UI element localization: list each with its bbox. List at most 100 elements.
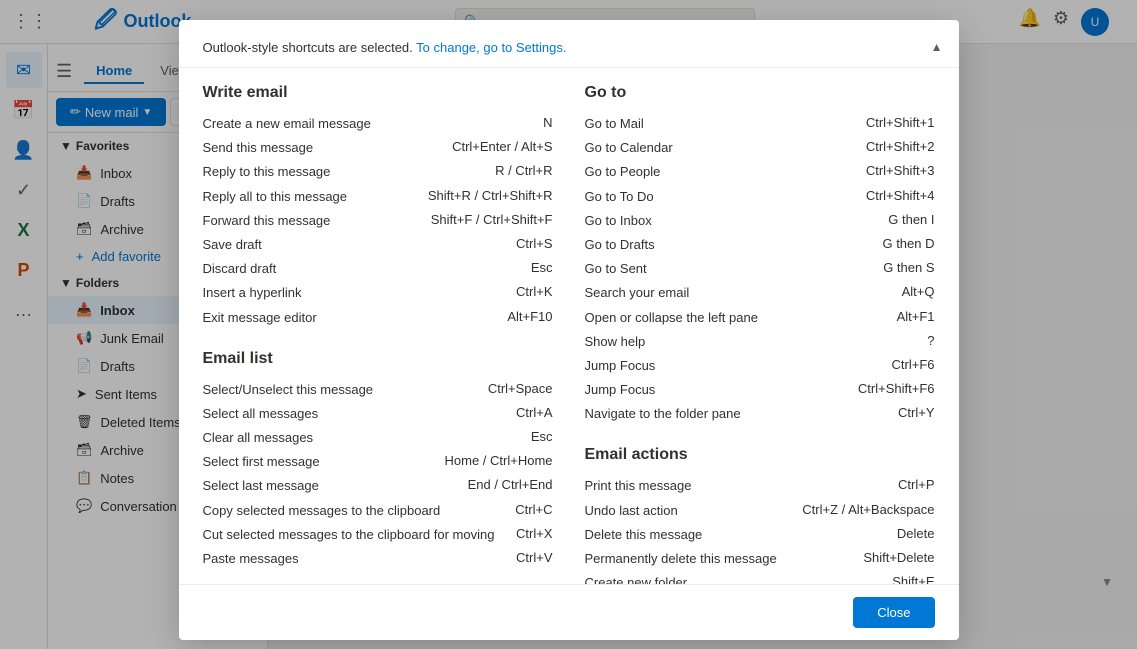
- shortcut-key: Ctrl+V: [516, 550, 552, 565]
- shortcut-key: G then S: [883, 260, 934, 275]
- shortcut-desc: Show help: [585, 333, 928, 351]
- write-email-title: Write email: [203, 84, 553, 102]
- shortcut-columns: Write email Create a new email message N…: [203, 84, 935, 584]
- shortcut-desc: Delete this message: [585, 526, 897, 544]
- shortcut-desc: Discard draft: [203, 260, 531, 278]
- email-actions-title: Email actions: [585, 446, 935, 464]
- shortcut-desc: Reply all to this message: [203, 188, 428, 206]
- shortcut-desc: Go to People: [585, 163, 866, 181]
- shortcut-desc: Permanently delete this message: [585, 550, 864, 568]
- shortcut-desc: Search your email: [585, 284, 902, 302]
- shortcut-key: Shift+F / Ctrl+Shift+F: [431, 212, 553, 227]
- modal-header-static-text: Outlook-style shortcuts are selected.: [203, 40, 413, 55]
- shortcut-row: Delete this message Delete: [585, 523, 935, 547]
- shortcut-key: Ctrl+Shift+1: [866, 115, 935, 130]
- shortcut-row: Go to Mail Ctrl+Shift+1: [585, 112, 935, 136]
- shortcut-desc: Create a new email message: [203, 115, 544, 133]
- shortcut-key: End / Ctrl+End: [468, 477, 553, 492]
- shortcut-row: Search your email Alt+Q: [585, 281, 935, 305]
- shortcut-row: Paste messages Ctrl+V: [203, 547, 553, 571]
- shortcut-row: Select last message End / Ctrl+End: [203, 474, 553, 498]
- shortcut-key: Ctrl+Enter / Alt+S: [452, 139, 552, 154]
- shortcut-row: Send this message Ctrl+Enter / Alt+S: [203, 136, 553, 160]
- shortcut-row: Forward this message Shift+F / Ctrl+Shif…: [203, 209, 553, 233]
- shortcut-key: Ctrl+Shift+2: [866, 139, 935, 154]
- shortcut-key: Delete: [897, 526, 935, 541]
- shortcut-desc: Select all messages: [203, 405, 517, 423]
- modal-body[interactable]: Write email Create a new email message N…: [179, 68, 959, 584]
- shortcut-row: Open or collapse the left pane Alt+F1: [585, 306, 935, 330]
- shortcut-key: Shift+E: [892, 574, 934, 584]
- email-list-section: Email list Select/Unselect this message …: [203, 350, 553, 572]
- modal-footer: ▼ Close: [179, 584, 959, 640]
- shortcut-row: Select all messages Ctrl+A: [203, 402, 553, 426]
- shortcut-row: Print this message Ctrl+P: [585, 474, 935, 498]
- shortcut-desc: Create new folder: [585, 574, 893, 584]
- shortcut-desc: Select last message: [203, 477, 468, 495]
- shortcut-desc: Jump Focus: [585, 357, 892, 375]
- shortcut-key: Ctrl+F6: [892, 357, 935, 372]
- shortcut-desc: Go to Mail: [585, 115, 866, 133]
- go-to-section: Go to Go to Mail Ctrl+Shift+1 Go to Cale…: [585, 84, 935, 426]
- shortcut-row: Undo last action Ctrl+Z / Alt+Backspace: [585, 499, 935, 523]
- shortcut-key: Esc: [531, 429, 553, 444]
- shortcut-row: Reply all to this message Shift+R / Ctrl…: [203, 185, 553, 209]
- shortcut-desc: Go to To Do: [585, 188, 866, 206]
- go-to-title: Go to: [585, 84, 935, 102]
- shortcut-desc: Select first message: [203, 453, 445, 471]
- shortcut-key: Ctrl+S: [516, 236, 552, 251]
- shortcut-row: Go to To Do Ctrl+Shift+4: [585, 185, 935, 209]
- email-list-title: Email list: [203, 350, 553, 368]
- shortcut-desc: Select/Unselect this message: [203, 381, 488, 399]
- email-actions-section: Email actions Print this message Ctrl+P …: [585, 446, 935, 584]
- shortcut-key: Alt+F10: [507, 309, 552, 324]
- shortcut-desc: Navigate to the folder pane: [585, 405, 899, 423]
- shortcut-key: Ctrl+Shift+F6: [858, 381, 935, 396]
- right-column: Go to Go to Mail Ctrl+Shift+1 Go to Cale…: [585, 84, 935, 584]
- shortcut-row: Jump Focus Ctrl+Shift+F6: [585, 378, 935, 402]
- shortcut-key: Ctrl+X: [516, 526, 552, 541]
- shortcut-key: Ctrl+P: [898, 477, 934, 492]
- shortcut-row: Create a new email message N: [203, 112, 553, 136]
- shortcut-desc: Print this message: [585, 477, 899, 495]
- shortcut-row: Cut selected messages to the clipboard f…: [203, 523, 553, 547]
- shortcut-row: Jump Focus Ctrl+F6: [585, 354, 935, 378]
- shortcut-row: Copy selected messages to the clipboard …: [203, 499, 553, 523]
- close-button[interactable]: Close: [853, 597, 934, 628]
- shortcut-desc: Go to Drafts: [585, 236, 883, 254]
- shortcut-row: Go to People Ctrl+Shift+3: [585, 160, 935, 184]
- shortcut-row: Permanently delete this message Shift+De…: [585, 547, 935, 571]
- shortcut-desc: Save draft: [203, 236, 517, 254]
- shortcut-key: G then D: [882, 236, 934, 251]
- scroll-up-indicator[interactable]: ▲: [931, 40, 943, 54]
- shortcut-row: Go to Drafts G then D: [585, 233, 935, 257]
- shortcut-desc: Insert a hyperlink: [203, 284, 517, 302]
- shortcut-key: G then I: [888, 212, 934, 227]
- shortcut-row: Clear all messages Esc: [203, 426, 553, 450]
- shortcut-desc: Forward this message: [203, 212, 431, 230]
- settings-link[interactable]: To change, go to Settings.: [416, 40, 566, 55]
- shortcut-desc: Reply to this message: [203, 163, 496, 181]
- shortcut-key: Ctrl+Shift+3: [866, 163, 935, 178]
- modal-header: Outlook-style shortcuts are selected. To…: [179, 20, 959, 68]
- shortcut-desc: Jump Focus: [585, 381, 858, 399]
- shortcut-row: Go to Calendar Ctrl+Shift+2: [585, 136, 935, 160]
- shortcut-desc: Cut selected messages to the clipboard f…: [203, 526, 517, 544]
- shortcut-row: Select first message Home / Ctrl+Home: [203, 450, 553, 474]
- shortcut-key: Shift+Delete: [863, 550, 934, 565]
- shortcut-row: Create new folder Shift+E: [585, 571, 935, 584]
- left-column: Write email Create a new email message N…: [203, 84, 553, 584]
- shortcut-desc: Clear all messages: [203, 429, 531, 447]
- modal-header-text: Outlook-style shortcuts are selected. To…: [203, 40, 935, 55]
- shortcut-desc: Go to Sent: [585, 260, 884, 278]
- shortcut-key: N: [543, 115, 552, 130]
- shortcut-row: Go to Inbox G then I: [585, 209, 935, 233]
- shortcut-desc: Send this message: [203, 139, 453, 157]
- shortcut-key: Alt+F1: [897, 309, 935, 324]
- shortcut-desc: Go to Inbox: [585, 212, 889, 230]
- shortcut-desc: Open or collapse the left pane: [585, 309, 897, 327]
- shortcut-row: Select/Unselect this message Ctrl+Space: [203, 378, 553, 402]
- modal-overlay: Outlook-style shortcuts are selected. To…: [0, 0, 1137, 649]
- shortcut-row: Reply to this message R / Ctrl+R: [203, 160, 553, 184]
- shortcut-key: Esc: [531, 260, 553, 275]
